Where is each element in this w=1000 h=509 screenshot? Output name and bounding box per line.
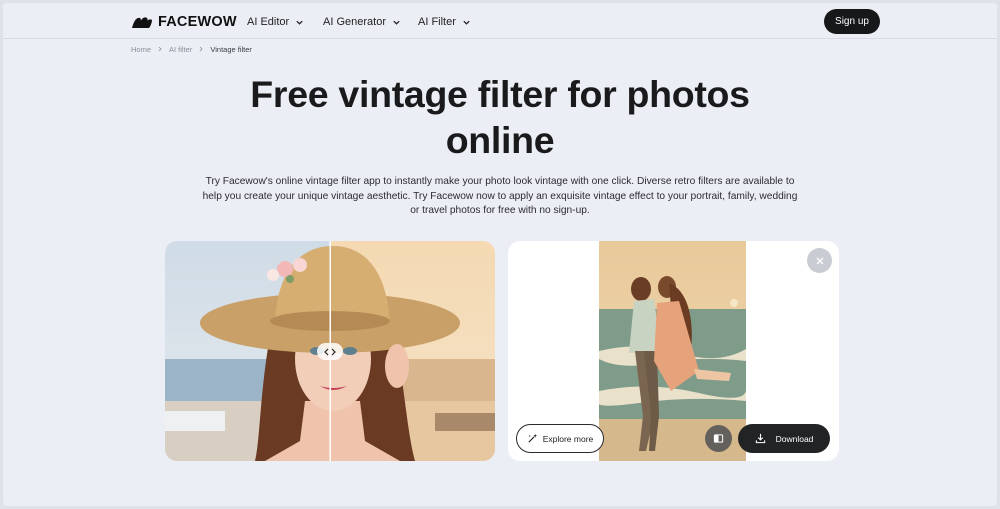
brand-logo[interactable]: FACEWOW bbox=[131, 13, 237, 31]
result-preview-card: Explore more Download bbox=[508, 241, 839, 461]
nav-ai-generator[interactable]: AI Generator bbox=[323, 14, 401, 30]
nav-item-label: AI Editor bbox=[247, 16, 290, 28]
page-description: Try Facewow's online vintage filter app … bbox=[202, 176, 798, 216]
breadcrumb-ai-filter-link[interactable]: AI filter bbox=[169, 45, 192, 54]
nav-item-label: AI Generator bbox=[323, 16, 386, 28]
download-label: Download bbox=[775, 433, 814, 444]
compare-arrows-icon bbox=[324, 348, 336, 355]
breadcrumb-home-link[interactable]: Home bbox=[131, 45, 151, 54]
signup-button[interactable]: Sign up bbox=[824, 9, 880, 34]
facewow-logo-icon bbox=[132, 17, 152, 28]
explore-more-button[interactable]: Explore more bbox=[516, 424, 604, 453]
page-title: Free vintage filter for photos online bbox=[3, 71, 997, 163]
page-title-line-1: Free vintage filter for photos bbox=[250, 73, 750, 115]
chevron-right-icon bbox=[158, 46, 162, 52]
page: FACEWOW AI Editor AI Generator AI Filter… bbox=[3, 3, 997, 506]
compare-slider-handle[interactable] bbox=[317, 343, 343, 360]
nav-ai-editor[interactable]: AI Editor bbox=[247, 14, 304, 30]
top-navbar: FACEWOW AI Editor AI Generator AI Filter… bbox=[3, 3, 997, 39]
chevron-down-icon bbox=[393, 20, 400, 25]
split-view-icon bbox=[713, 434, 724, 443]
nav-item-label: AI Filter bbox=[418, 16, 456, 28]
close-icon bbox=[816, 257, 823, 264]
close-button[interactable] bbox=[807, 248, 832, 273]
breadcrumb-current: Vintage filter bbox=[210, 44, 252, 54]
nav-ai-filter[interactable]: AI Filter bbox=[418, 14, 471, 30]
chevron-down-icon bbox=[296, 20, 303, 25]
page-title-line-2: online bbox=[445, 119, 555, 161]
download-button[interactable]: Download bbox=[738, 424, 830, 453]
before-after-comparison[interactable] bbox=[165, 241, 495, 461]
download-icon bbox=[755, 433, 765, 444]
explore-more-label: Explore more bbox=[542, 433, 594, 444]
breadcrumb: Home AI filter Vintage filter bbox=[131, 43, 252, 55]
chevron-right-icon bbox=[200, 46, 203, 52]
magic-wand-icon bbox=[528, 433, 537, 443]
brand-name: FACEWOW bbox=[158, 14, 237, 30]
compare-toggle-button[interactable] bbox=[705, 425, 732, 452]
chevron-down-icon bbox=[463, 20, 470, 25]
